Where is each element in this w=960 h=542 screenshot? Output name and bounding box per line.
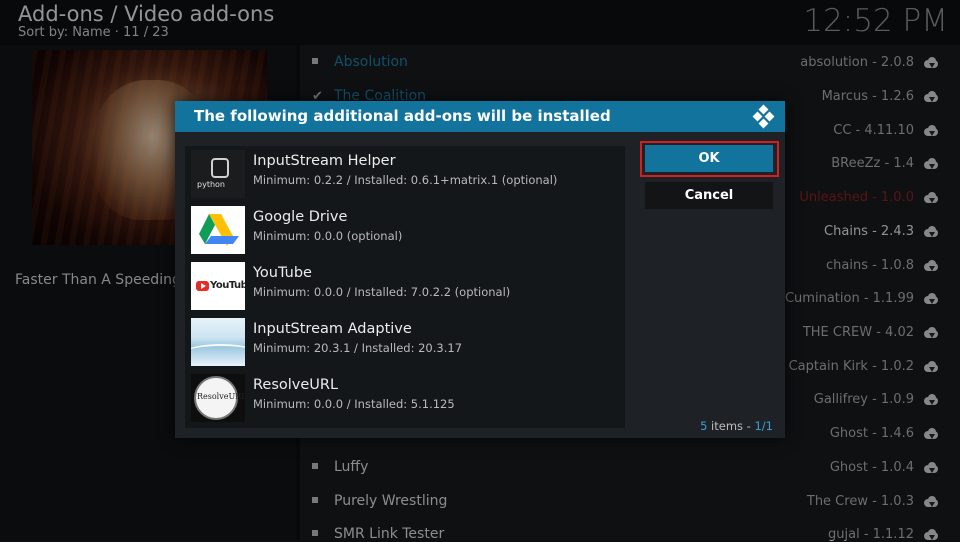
addon-name: ResolveURL [253, 377, 339, 393]
items-counter: 5 items - 1/1 [700, 419, 773, 433]
google-drive-icon [191, 206, 245, 254]
dialog-title: The following additional add-ons will be… [194, 107, 611, 125]
kodi-logo-icon [752, 104, 775, 129]
list-item[interactable]: InputStream Adaptive Minimum: 20.3.1 / I… [191, 317, 621, 367]
addon-version-info: Minimum: 0.2.2 / Installed: 0.6.1+matrix… [253, 173, 558, 187]
addon-name: Google Drive [253, 209, 348, 225]
inputstream-adaptive-icon [191, 318, 245, 366]
addon-version-info: Minimum: 0.0.0 / Installed: 5.1.125 [253, 397, 455, 411]
dialog-header: The following additional add-ons will be… [175, 101, 785, 132]
list-item[interactable]: Google Drive Minimum: 0.0.0 (optional) [191, 205, 621, 255]
items-count-label: items - [707, 419, 755, 433]
addon-version-info: Minimum: 0.0.0 (optional) [253, 229, 403, 243]
python-icon: python [191, 150, 245, 198]
addon-dependency-list[interactable]: python InputStream Helper Minimum: 0.2.2… [185, 146, 625, 428]
cancel-button[interactable]: Cancel [645, 182, 773, 209]
addon-name: InputStream Helper [253, 153, 396, 169]
youtube-icon: YouTube [191, 262, 245, 310]
resolveurl-icon: ResolveURL [191, 374, 245, 422]
list-item[interactable]: python InputStream Helper Minimum: 0.2.2… [191, 149, 621, 199]
page-indicator: 1/1 [754, 419, 773, 433]
addon-version-info: Minimum: 20.3.1 / Installed: 20.3.17 [253, 341, 463, 355]
ok-button[interactable]: OK [645, 145, 773, 172]
addon-version-info: Minimum: 0.0.0 / Installed: 7.0.2.2 (opt… [253, 285, 511, 299]
addon-name: InputStream Adaptive [253, 321, 412, 337]
addon-name: YouTube [253, 265, 312, 281]
install-dependencies-dialog: The following additional add-ons will be… [175, 101, 785, 438]
list-item[interactable]: ResolveURL ResolveURL Minimum: 0.0.0 / I… [191, 373, 621, 423]
list-item[interactable]: YouTube YouTube Minimum: 0.0.0 / Install… [191, 261, 621, 311]
